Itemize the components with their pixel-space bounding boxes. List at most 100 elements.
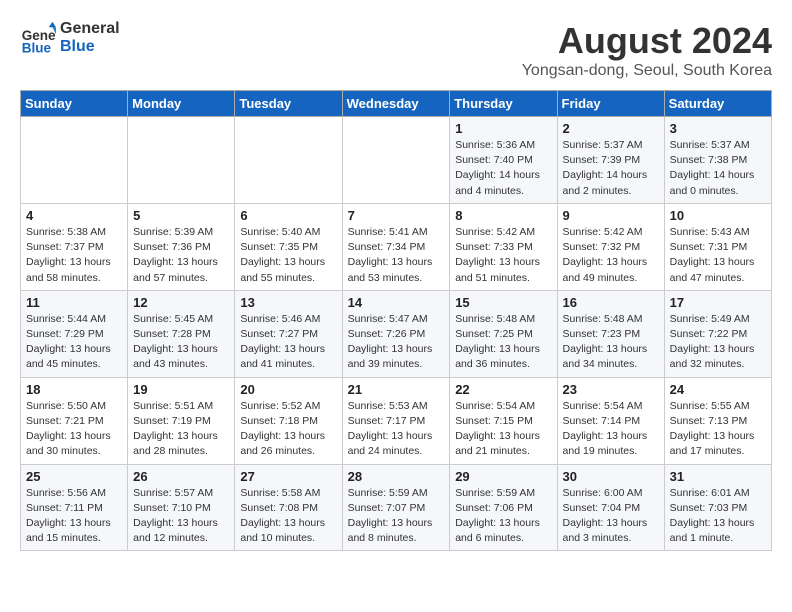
calendar-cell: 6 Sunrise: 5:40 AM Sunset: 7:35 PM Daylig… (235, 203, 342, 290)
day-info: Sunrise: 5:42 AM Sunset: 7:32 PM Dayligh… (563, 225, 659, 286)
day-number: 22 (455, 382, 551, 397)
day-number: 20 (240, 382, 336, 397)
day-info: Sunrise: 6:00 AM Sunset: 7:04 PM Dayligh… (563, 486, 659, 547)
calendar-cell (21, 117, 128, 204)
logo-general: General (60, 20, 120, 38)
day-number: 3 (670, 121, 766, 136)
day-number: 28 (348, 469, 445, 484)
calendar-cell: 4Sunrise: 5:38 AM Sunset: 7:37 PM Daylig… (21, 203, 128, 290)
day-number: 4 (26, 208, 122, 223)
calendar-cell (342, 117, 450, 204)
day-number: 26 (133, 469, 229, 484)
day-info: Sunrise: 5:39 AM Sunset: 7:36 PM Dayligh… (133, 225, 229, 286)
calendar-cell: 25Sunrise: 5:56 AM Sunset: 7:11 PM Dayli… (21, 464, 128, 551)
day-number: 27 (240, 469, 336, 484)
page-header: General Blue General Blue August 2024 Yo… (20, 20, 772, 80)
calendar-cell: 3 Sunrise: 5:37 AM Sunset: 7:38 PM Daylig… (664, 117, 771, 204)
day-number: 12 (133, 295, 229, 310)
calendar-cell: 20 Sunrise: 5:52 AM Sunset: 7:18 PM Dayli… (235, 377, 342, 464)
calendar-cell: 11Sunrise: 5:44 AM Sunset: 7:29 PM Dayli… (21, 290, 128, 377)
logo: General Blue General Blue (20, 20, 120, 56)
day-info: Sunrise: 5:44 AM Sunset: 7:29 PM Dayligh… (26, 312, 122, 373)
weekday-header-monday: Monday (128, 91, 235, 117)
day-info: Sunrise: 5:37 AM Sunset: 7:39 PM Dayligh… (563, 138, 659, 199)
calendar-cell: 14 Sunrise: 5:47 AM Sunset: 7:26 PM Dayli… (342, 290, 450, 377)
day-info: Sunrise: 5:41 AM Sunset: 7:34 PM Dayligh… (348, 225, 445, 286)
week-row-5: 25Sunrise: 5:56 AM Sunset: 7:11 PM Dayli… (21, 464, 772, 551)
day-number: 16 (563, 295, 659, 310)
week-row-3: 11Sunrise: 5:44 AM Sunset: 7:29 PM Dayli… (21, 290, 772, 377)
weekday-header-tuesday: Tuesday (235, 91, 342, 117)
day-info: Sunrise: 5:47 AM Sunset: 7:26 PM Dayligh… (348, 312, 445, 373)
calendar-cell: 28Sunrise: 5:59 AM Sunset: 7:07 PM Dayli… (342, 464, 450, 551)
day-info: Sunrise: 5:43 AM Sunset: 7:31 PM Dayligh… (670, 225, 766, 286)
calendar-cell: 22 Sunrise: 5:54 AM Sunset: 7:15 PM Dayli… (450, 377, 557, 464)
calendar-cell: 2Sunrise: 5:37 AM Sunset: 7:39 PM Daylig… (557, 117, 664, 204)
calendar-cell: 19Sunrise: 5:51 AM Sunset: 7:19 PM Dayli… (128, 377, 235, 464)
logo-icon: General Blue (20, 20, 56, 56)
weekday-header-sunday: Sunday (21, 91, 128, 117)
day-info: Sunrise: 5:55 AM Sunset: 7:13 PM Dayligh… (670, 399, 766, 460)
day-number: 29 (455, 469, 551, 484)
day-info: Sunrise: 5:51 AM Sunset: 7:19 PM Dayligh… (133, 399, 229, 460)
calendar-cell: 27 Sunrise: 5:58 AM Sunset: 7:08 PM Dayli… (235, 464, 342, 551)
calendar-cell: 7 Sunrise: 5:41 AM Sunset: 7:34 PM Daylig… (342, 203, 450, 290)
day-number: 14 (348, 295, 445, 310)
day-number: 8 (455, 208, 551, 223)
day-number: 9 (563, 208, 659, 223)
day-info: Sunrise: 5:48 AM Sunset: 7:25 PM Dayligh… (455, 312, 551, 373)
calendar-cell: 5Sunrise: 5:39 AM Sunset: 7:36 PM Daylig… (128, 203, 235, 290)
calendar-cell: 15Sunrise: 5:48 AM Sunset: 7:25 PM Dayli… (450, 290, 557, 377)
day-info: Sunrise: 5:58 AM Sunset: 7:08 PM Dayligh… (240, 486, 336, 547)
svg-text:Blue: Blue (22, 40, 52, 55)
day-number: 1 (455, 121, 551, 136)
day-info: Sunrise: 5:37 AM Sunset: 7:38 PM Dayligh… (670, 138, 766, 199)
calendar-cell: 12 Sunrise: 5:45 AM Sunset: 7:28 PM Dayli… (128, 290, 235, 377)
day-info: Sunrise: 5:54 AM Sunset: 7:15 PM Dayligh… (455, 399, 551, 460)
day-info: Sunrise: 5:46 AM Sunset: 7:27 PM Dayligh… (240, 312, 336, 373)
calendar-cell: 30 Sunrise: 6:00 AM Sunset: 7:04 PM Dayli… (557, 464, 664, 551)
day-number: 18 (26, 382, 122, 397)
day-info: Sunrise: 5:59 AM Sunset: 7:06 PM Dayligh… (455, 486, 551, 547)
calendar-cell: 23Sunrise: 5:54 AM Sunset: 7:14 PM Dayli… (557, 377, 664, 464)
day-info: Sunrise: 5:57 AM Sunset: 7:10 PM Dayligh… (133, 486, 229, 547)
calendar-cell: 29 Sunrise: 5:59 AM Sunset: 7:06 PM Dayli… (450, 464, 557, 551)
location-subtitle: Yongsan-dong, Seoul, South Korea (522, 62, 772, 80)
calendar-cell: 10Sunrise: 5:43 AM Sunset: 7:31 PM Dayli… (664, 203, 771, 290)
weekday-header-row: SundayMondayTuesdayWednesdayThursdayFrid… (21, 91, 772, 117)
calendar-cell: 16Sunrise: 5:48 AM Sunset: 7:23 PM Dayli… (557, 290, 664, 377)
calendar-cell: 24Sunrise: 5:55 AM Sunset: 7:13 PM Dayli… (664, 377, 771, 464)
day-number: 13 (240, 295, 336, 310)
week-row-4: 18 Sunrise: 5:50 AM Sunset: 7:21 PM Dayli… (21, 377, 772, 464)
calendar-cell: 18 Sunrise: 5:50 AM Sunset: 7:21 PM Dayli… (21, 377, 128, 464)
day-number: 30 (563, 469, 659, 484)
day-number: 6 (240, 208, 336, 223)
weekday-header-saturday: Saturday (664, 91, 771, 117)
week-row-1: 1Sunrise: 5:36 AM Sunset: 7:40 PM Daylig… (21, 117, 772, 204)
day-info: Sunrise: 5:52 AM Sunset: 7:18 PM Dayligh… (240, 399, 336, 460)
month-year-title: August 2024 (522, 20, 772, 62)
calendar-cell: 17 Sunrise: 5:49 AM Sunset: 7:22 PM Dayli… (664, 290, 771, 377)
day-number: 21 (348, 382, 445, 397)
logo-blue: Blue (60, 38, 120, 56)
day-info: Sunrise: 6:01 AM Sunset: 7:03 PM Dayligh… (670, 486, 766, 547)
day-info: Sunrise: 5:49 AM Sunset: 7:22 PM Dayligh… (670, 312, 766, 373)
day-info: Sunrise: 5:45 AM Sunset: 7:28 PM Dayligh… (133, 312, 229, 373)
day-number: 7 (348, 208, 445, 223)
weekday-header-wednesday: Wednesday (342, 91, 450, 117)
calendar-cell: 13 Sunrise: 5:46 AM Sunset: 7:27 PM Dayli… (235, 290, 342, 377)
day-number: 25 (26, 469, 122, 484)
day-info: Sunrise: 5:40 AM Sunset: 7:35 PM Dayligh… (240, 225, 336, 286)
title-block: August 2024 Yongsan-dong, Seoul, South K… (522, 20, 772, 80)
weekday-header-friday: Friday (557, 91, 664, 117)
day-number: 17 (670, 295, 766, 310)
day-info: Sunrise: 5:53 AM Sunset: 7:17 PM Dayligh… (348, 399, 445, 460)
calendar-cell (235, 117, 342, 204)
calendar-cell: 31 Sunrise: 6:01 AM Sunset: 7:03 PM Dayli… (664, 464, 771, 551)
calendar-cell: 8Sunrise: 5:42 AM Sunset: 7:33 PM Daylig… (450, 203, 557, 290)
weekday-header-thursday: Thursday (450, 91, 557, 117)
week-row-2: 4Sunrise: 5:38 AM Sunset: 7:37 PM Daylig… (21, 203, 772, 290)
day-info: Sunrise: 5:50 AM Sunset: 7:21 PM Dayligh… (26, 399, 122, 460)
day-number: 31 (670, 469, 766, 484)
day-info: Sunrise: 5:54 AM Sunset: 7:14 PM Dayligh… (563, 399, 659, 460)
